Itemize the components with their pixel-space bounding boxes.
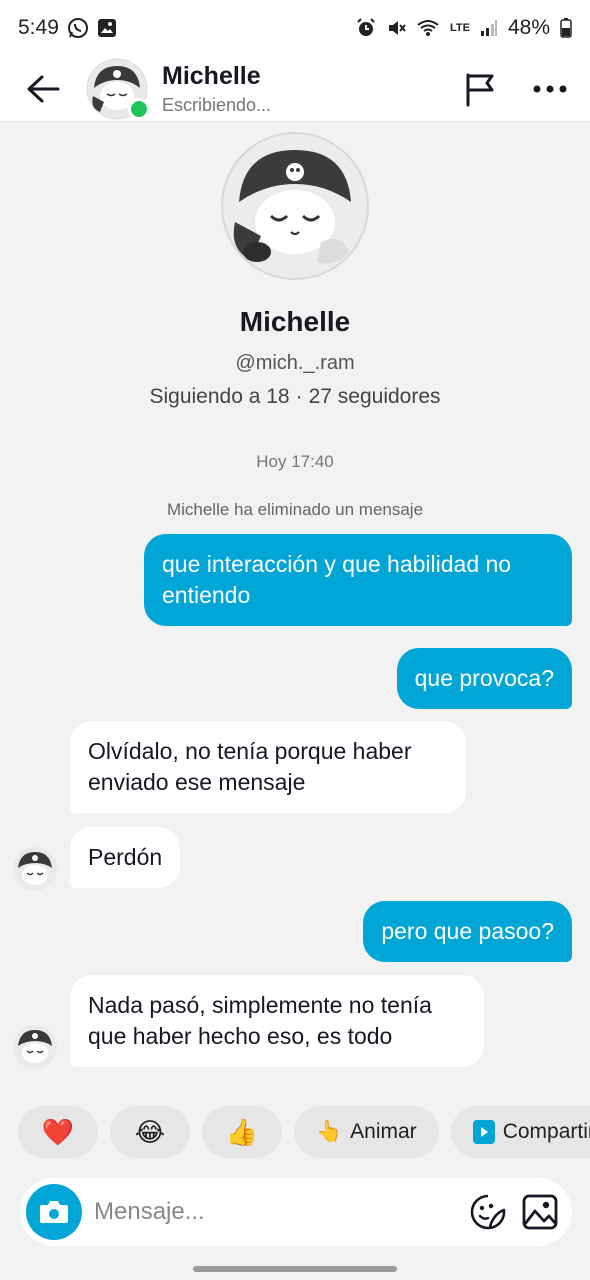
- camera-icon: [40, 1201, 68, 1223]
- following-count[interactable]: Siguiendo a 18: [149, 385, 289, 409]
- chat-header: Michelle Escribiendo...: [0, 56, 590, 122]
- message-sender-avatar[interactable]: [12, 1024, 58, 1070]
- wifi-icon: [416, 18, 440, 38]
- quick-reactions: ❤️ 😂 👍 👆 Animar Compartir: [0, 1106, 590, 1160]
- message-bubble-in[interactable]: Olvídalo, no tenía porque haber enviado …: [70, 721, 466, 813]
- mute-icon: [386, 18, 406, 38]
- header-contact-name[interactable]: Michelle: [162, 62, 271, 91]
- heart-emoji-icon: ❤️: [41, 1116, 75, 1147]
- whatsapp-icon: [67, 17, 89, 39]
- profile-stats: Siguiendo a 18 · 27 seguidores: [149, 385, 440, 409]
- message-bubble-in[interactable]: Perdón: [70, 827, 181, 888]
- laugh-reaction-button[interactable]: 😂: [110, 1106, 190, 1158]
- header-avatar[interactable]: [86, 58, 150, 120]
- profile-card: Michelle @mich._.ram Siguiendo a 18 · 27…: [0, 132, 590, 409]
- lte-icon: LTE: [450, 21, 470, 34]
- followers-count[interactable]: 27 seguidores: [309, 385, 441, 409]
- battery-icon: [560, 18, 572, 38]
- back-button[interactable]: [18, 64, 68, 114]
- message-composer: [20, 1178, 572, 1246]
- report-button[interactable]: [458, 67, 502, 111]
- laughing-emoji-icon: 😂: [134, 1116, 166, 1147]
- more-options-button[interactable]: [528, 67, 572, 111]
- gallery-button[interactable]: [518, 1190, 562, 1234]
- profile-username: @mich._.ram: [235, 352, 355, 374]
- stats-separator: ·: [295, 385, 303, 408]
- sender-avatar-image: [13, 847, 57, 891]
- message-bubble-out[interactable]: que interacción y que habilidad no entie…: [144, 534, 572, 626]
- signal-icon: [480, 19, 498, 37]
- online-indicator: [128, 97, 150, 120]
- sticker-button[interactable]: [466, 1190, 510, 1234]
- share-play-icon: [472, 1120, 495, 1144]
- gallery-icon: [97, 18, 117, 38]
- message-bubble-out[interactable]: pero que pasoo?: [363, 901, 572, 962]
- animar-button[interactable]: 👆 Animar: [294, 1106, 439, 1158]
- profile-avatar-image: [221, 132, 369, 280]
- sticker-icon: [470, 1194, 506, 1230]
- profile-name: Michelle: [239, 306, 351, 337]
- message-bubble-in[interactable]: Nada pasó, simplemente no tenía que habe…: [70, 975, 484, 1067]
- more-dots-icon: [533, 85, 567, 92]
- chat-timestamp: Hoy 17:40: [256, 452, 334, 471]
- battery-percent: 48%: [507, 16, 550, 39]
- pointing-hand-icon: 👆: [316, 1120, 343, 1143]
- status-bar: 5:49 LTE 48%: [0, 0, 590, 56]
- message-input[interactable]: [82, 1184, 458, 1240]
- flag-icon: [466, 73, 494, 106]
- thumbs-up-emoji-icon: 👍: [225, 1116, 259, 1147]
- sender-avatar-image: [13, 1025, 57, 1069]
- home-indicator[interactable]: [193, 1266, 397, 1272]
- thumbs-up-reaction-button[interactable]: 👍: [202, 1106, 282, 1158]
- camera-button[interactable]: [26, 1184, 82, 1240]
- profile-avatar[interactable]: [221, 132, 369, 280]
- image-icon: [522, 1194, 558, 1230]
- clock: 5:49: [18, 16, 59, 39]
- alarm-icon: [356, 18, 376, 38]
- typing-status: Escribiendo...: [162, 94, 272, 115]
- animar-label: Animar: [350, 1120, 417, 1143]
- heart-reaction-button[interactable]: ❤️: [18, 1106, 98, 1158]
- message-sender-avatar[interactable]: [12, 846, 58, 892]
- deleted-message-notice: Michelle ha eliminado un mensaje: [166, 500, 424, 519]
- share-label: Compartir: [502, 1120, 590, 1143]
- message-bubble-out[interactable]: que provoca?: [396, 648, 572, 709]
- back-arrow-icon: [27, 75, 60, 102]
- share-button[interactable]: Compartir: [450, 1106, 590, 1158]
